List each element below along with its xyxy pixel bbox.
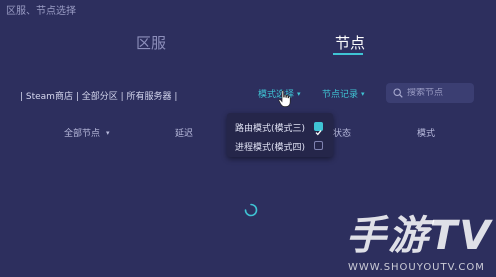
window-title: 区服、节点选择 — [6, 6, 76, 17]
node-record-dropdown[interactable]: 节点记录 ▾ — [322, 87, 365, 101]
checkbox-route-mode[interactable] — [314, 122, 323, 136]
search-icon — [393, 88, 403, 98]
menu-item-process-mode[interactable]: 进程模式(模式四) — [235, 140, 305, 153]
chevron-down-icon: ▾ — [297, 89, 301, 98]
chevron-down-icon: ▾ — [106, 128, 110, 137]
column-mode[interactable]: 模式 — [417, 126, 435, 139]
watermark-url: WWW.SHOUYOUTV.COM — [348, 262, 485, 273]
mode-select-menu: 路由模式(模式三) 进程模式(模式四) — [227, 113, 333, 157]
tab-region[interactable]: 区服 — [136, 32, 166, 53]
checkbox-checked-icon — [315, 130, 322, 136]
chevron-down-icon: ▾ — [361, 89, 365, 98]
search-input[interactable] — [407, 88, 467, 98]
filter-breadcrumb[interactable]: | Steam商店 | 全部分区 | 所有服务器 | — [20, 89, 177, 102]
active-tab-indicator — [333, 53, 363, 55]
column-status[interactable]: 状态 — [333, 126, 351, 139]
tab-node[interactable]: 节点 — [335, 32, 365, 53]
menu-item-route-mode[interactable]: 路由模式(模式三) — [235, 121, 305, 134]
column-all-nodes-label: 全部节点 — [64, 129, 101, 139]
watermark-logo: 手游TV — [346, 213, 493, 259]
search-box[interactable] — [386, 83, 474, 103]
node-record-label: 节点记录 — [322, 90, 359, 100]
checkbox-process-mode[interactable] — [314, 141, 323, 150]
loading-spinner-icon — [244, 203, 258, 217]
column-latency[interactable]: 延迟 — [175, 126, 193, 139]
column-all-nodes[interactable]: 全部节点 ▾ — [64, 126, 110, 140]
hand-cursor-icon — [278, 90, 291, 107]
